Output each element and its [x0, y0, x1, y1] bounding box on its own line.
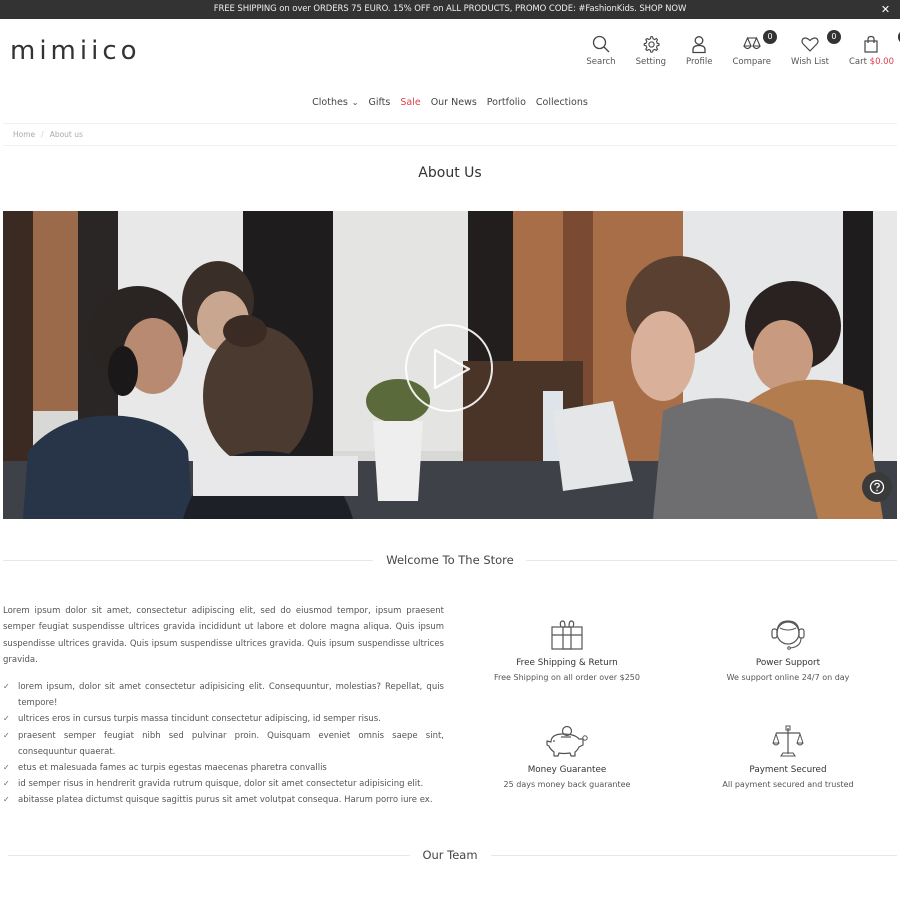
list-item-text: praesent semper feugiat nibh sed pulvina…	[18, 730, 444, 757]
list-item: ✓ praesent semper feugiat nibh sed pulvin…	[3, 728, 444, 760]
feature-title: Money Guarantee	[527, 765, 607, 775]
feature-payment-secured: Payment Secured All payment secured and …	[688, 725, 888, 789]
setting-button[interactable]: Setting	[636, 34, 666, 67]
wishlist-count-badge: 0	[826, 30, 841, 44]
list-item: ✓ lorem ipsum, dolor sit amet consectetur…	[3, 679, 444, 711]
list-item-text: etus et malesuada fames ac turpis egesta…	[18, 763, 327, 774]
compare-count-badge: 0	[763, 30, 777, 44]
cart-button[interactable]: 0 Cart $0.00	[849, 30, 900, 67]
feature-desc: Free Shipping on all order over $250	[494, 673, 640, 682]
feature-power-support: Power Support We support online 24/7 on …	[688, 618, 888, 682]
search-button[interactable]: Search	[586, 34, 616, 67]
feature-free-shipping: Free Shipping & Return Free Shipping on …	[467, 618, 667, 682]
nav-item-gifts[interactable]: Gifts	[368, 97, 390, 108]
breadcrumb-bar: Home / About us	[3, 123, 897, 146]
header-actions: Search Setting Profile 0 Compare 0 Wish …	[566, 30, 900, 67]
list-item-text: abitasse platea dictumst quisque sagitti…	[18, 795, 433, 806]
nav-item-label: Our News	[430, 97, 477, 108]
check-icon: ✓	[3, 682, 10, 691]
search-icon	[592, 35, 610, 53]
nav-item-label: Sale	[400, 97, 421, 108]
feature-title: Power Support	[755, 658, 821, 668]
nav-item-sale[interactable]: Sale	[400, 97, 420, 108]
play-button[interactable]	[405, 324, 493, 412]
gear-icon	[643, 35, 660, 53]
compare-label: Compare	[732, 57, 771, 67]
team-section-title: Our Team	[0, 846, 900, 866]
main-nav: Clothes ⌄ Gifts Sale Our News Portfolio C…	[0, 97, 900, 108]
list-item-text: id semper risus in hendrerit gravida rut…	[18, 779, 424, 790]
help-button[interactable]	[862, 472, 892, 502]
feature-checklist: ✓ lorem ipsum, dolor sit amet consectetur…	[3, 679, 444, 809]
check-icon: ✓	[3, 763, 10, 773]
check-icon: ✓	[3, 779, 10, 789]
welcome-section-title: Welcome To The Store	[0, 551, 900, 571]
help-icon	[869, 479, 885, 495]
intro-paragraph: Lorem ipsum dolor sit amet, consectetur …	[3, 606, 444, 665]
cart-total: $0.00	[869, 57, 894, 67]
feature-title: Free Shipping & Return	[516, 658, 618, 668]
chevron-down-icon: ⌄	[351, 98, 359, 107]
list-item: ✓ id semper risus in hendrerit gravida ru…	[3, 776, 444, 792]
close-icon[interactable]: ✕	[881, 0, 890, 19]
balance-scale-icon	[772, 725, 804, 757]
nav-item-label: Clothes	[312, 97, 348, 108]
user-icon	[692, 36, 706, 54]
gift-icon	[551, 620, 583, 650]
profile-button[interactable]: Profile	[686, 34, 712, 67]
compare-button[interactable]: 0 Compare	[732, 30, 777, 67]
feature-money-guarantee: Money Guarantee 25 days money back guara…	[467, 725, 667, 789]
heart-icon	[801, 37, 819, 52]
nav-item-label: Gifts	[368, 97, 391, 108]
breadcrumb: Home / About us	[13, 130, 83, 139]
list-item-text: ultrices eros in cursus turpis massa tin…	[18, 714, 381, 725]
nav-item-collections[interactable]: Collections	[536, 97, 588, 108]
scale-icon	[742, 36, 761, 50]
breadcrumb-home[interactable]: Home	[13, 130, 35, 139]
breadcrumb-current: About us	[49, 130, 83, 139]
list-item: ✓ etus et malesuada fames ac turpis egest…	[3, 760, 444, 776]
profile-label: Profile	[686, 57, 713, 67]
check-icon: ✓	[3, 730, 10, 740]
check-icon: ✓	[3, 714, 10, 724]
breadcrumb-separator: /	[41, 130, 44, 139]
search-label: Search	[586, 57, 616, 67]
list-item: ✓ ultrices eros in cursus turpis massa ti…	[3, 711, 444, 727]
wishlist-button[interactable]: 0 Wish List	[791, 30, 841, 67]
page-title: About Us	[418, 165, 482, 181]
list-item-text: lorem ipsum, dolor sit amet consectetur …	[18, 682, 444, 709]
nav-item-clothes[interactable]: Clothes ⌄	[312, 97, 358, 108]
promo-text[interactable]: FREE SHIPPING on over ORDERS 75 EURO. 15…	[214, 4, 687, 14]
feature-desc: All payment secured and trusted	[722, 780, 854, 789]
play-icon	[433, 348, 471, 390]
nav-item-portfolio[interactable]: Portfolio	[487, 97, 526, 108]
cart-label: Cart $0.00	[849, 57, 894, 67]
setting-label: Setting	[635, 57, 666, 67]
promo-bar: FREE SHIPPING on over ORDERS 75 EURO. 15…	[0, 0, 900, 19]
feature-title: Payment Secured	[749, 765, 827, 775]
logo[interactable]: mimiico	[10, 36, 141, 66]
divider	[526, 560, 897, 561]
feature-desc: 25 days money back guarantee	[503, 780, 631, 789]
nav-item-label: Portfolio	[486, 97, 526, 108]
divider	[491, 855, 897, 856]
wishlist-label: Wish List	[791, 57, 829, 67]
feature-desc: We support online 24/7 on day	[726, 673, 850, 682]
hero-video[interactable]	[3, 211, 897, 519]
nav-item-label: Collections	[535, 97, 588, 108]
bag-icon	[864, 35, 879, 53]
headset-icon	[771, 620, 805, 650]
piggy-bank-icon	[546, 725, 588, 757]
list-item: ✓ abitasse platea dictumst quisque sagitt…	[3, 792, 444, 808]
cart-text: Cart	[848, 57, 867, 67]
check-icon: ✓	[3, 795, 10, 805]
nav-item-our-news[interactable]: Our News	[431, 97, 477, 108]
